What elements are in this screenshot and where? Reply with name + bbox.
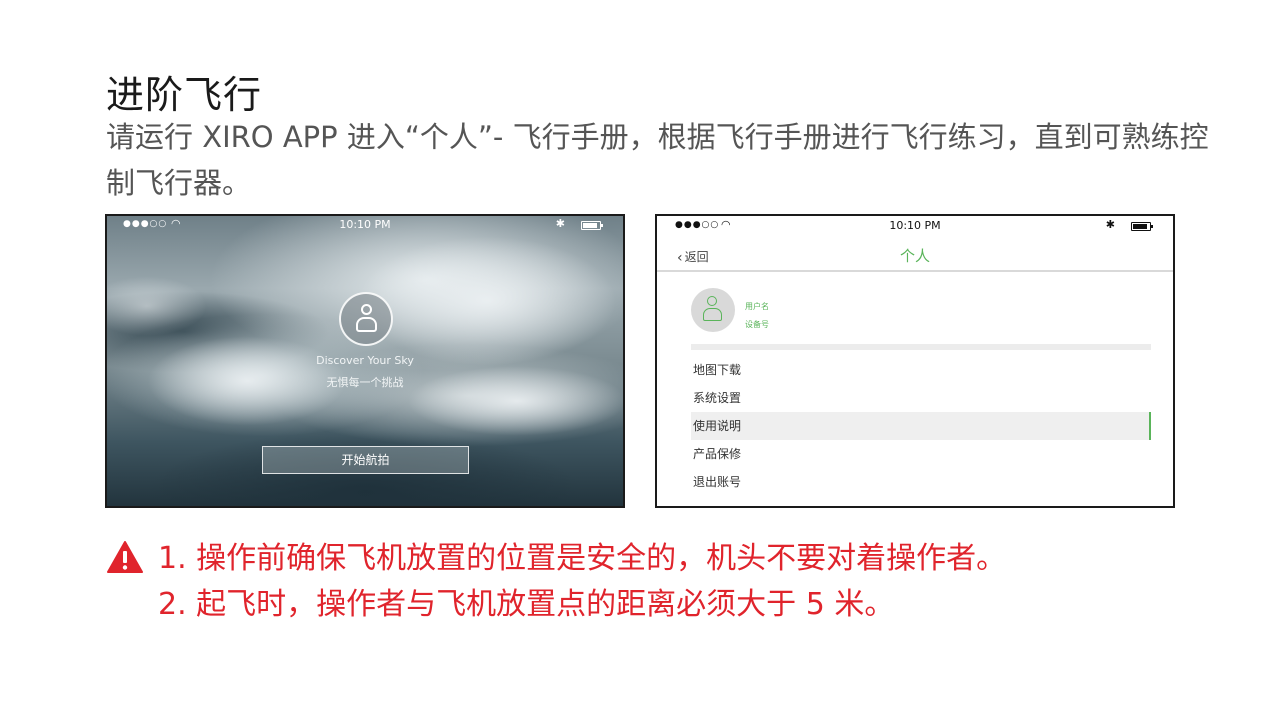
tagline: Discover Your Sky — [316, 354, 414, 367]
username-label: 用户名 — [745, 302, 769, 311]
bluetooth-icon: ✱ — [1105, 218, 1115, 231]
warning-item: 2. 起飞时，操作者与飞机放置点的距离必须大于 5 米。 — [158, 587, 895, 622]
menu-item-warranty[interactable]: 产品保修 — [691, 440, 1151, 468]
menu-item-logout[interactable]: 退出账号 — [691, 468, 1151, 496]
bluetooth-icon: ✱ — [555, 217, 565, 230]
menu-item-instructions[interactable]: 使用说明 — [691, 412, 1151, 440]
personal-menu: 地图下载 系统设置 使用说明 产品保修 退出账号 — [691, 356, 1151, 496]
section-divider — [691, 344, 1151, 350]
status-time: 10:10 PM — [339, 218, 391, 231]
status-bar: ●●●○○ ◠ 10:10 PM ✱ — [657, 216, 1173, 234]
sub-tagline: 无惧每一个挑战 — [326, 376, 404, 389]
nav-title: 个人 — [899, 247, 930, 265]
app-launch-screenshot: ●●●○○ ◠ 10:10 PM ✱ Discover Your Sky 无惧每… — [105, 214, 625, 508]
personal-page-screenshot: ●●●○○ ◠ 10:10 PM ✱ ‹ 返回 个人 用户名 设备号 地图下载 系… — [655, 214, 1175, 508]
menu-item-system-settings[interactable]: 系统设置 — [691, 384, 1151, 412]
start-aerial-button[interactable]: 开始航拍 — [262, 446, 469, 474]
profile-avatar-icon[interactable] — [691, 288, 735, 332]
warning-list: 1. 操作前确保飞机放置的位置是安全的，机头不要对着操作者。 2. 起飞时，操作… — [158, 536, 1006, 628]
avatar-icon[interactable] — [339, 292, 393, 346]
page-title: 进阶飞行 — [106, 73, 263, 117]
menu-item-map-download[interactable]: 地图下载 — [691, 356, 1151, 384]
device-id-label: 设备号 — [745, 320, 769, 329]
warning-item: 1. 操作前确保飞机放置的位置是安全的，机头不要对着操作者。 — [158, 541, 1007, 576]
battery-icon — [1131, 222, 1153, 231]
nav-bar: ‹ 返回 个人 — [657, 238, 1173, 272]
status-time: 10:10 PM — [889, 219, 941, 232]
status-bar: ●●●○○ ◠ 10:10 PM ✱ — [107, 216, 623, 234]
battery-icon — [581, 221, 603, 230]
warning-icon — [107, 541, 143, 573]
page-description: 请运行 XIRO APP 进入“个人”- 飞行手册，根据飞行手册进行飞行练习，直… — [106, 120, 1209, 200]
